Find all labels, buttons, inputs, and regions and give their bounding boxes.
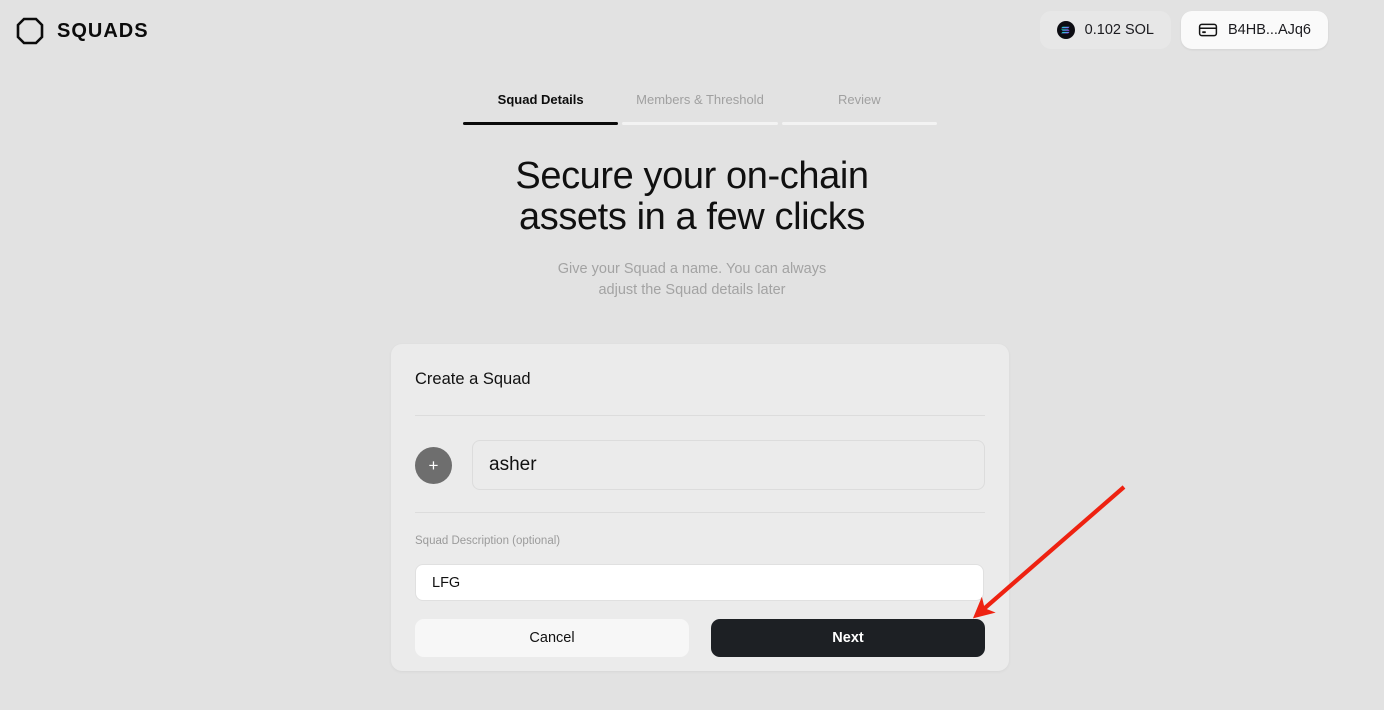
card-divider-middle [415, 512, 985, 513]
balance-chip[interactable]: 0.102 SOL [1039, 11, 1171, 49]
step-members-threshold[interactable]: Members & Threshold [622, 92, 778, 125]
step-label: Members & Threshold [636, 92, 764, 107]
hero-section: Secure your on-chain assets in a few cli… [0, 156, 1384, 301]
balance-amount: 0.102 SOL [1084, 22, 1154, 38]
step-indicator-bar [622, 122, 778, 125]
wallet-address: B4HB...AJq6 [1227, 22, 1311, 38]
step-squad-details[interactable]: Squad Details [463, 92, 619, 125]
create-squad-card: Create a Squad + Squad Description (opti… [391, 344, 1009, 671]
page-title-line-2: assets in a few clicks [519, 196, 865, 238]
card-title: Create a Squad [415, 370, 531, 388]
step-review[interactable]: Review [781, 92, 937, 125]
page-title: Secure your on-chain assets in a few cli… [0, 156, 1384, 238]
step-label: Review [838, 92, 881, 107]
squad-description-input[interactable] [415, 564, 984, 601]
page-subtitle-line-1: Give your Squad a name. You can always [557, 261, 827, 277]
step-label: Squad Details [497, 92, 584, 107]
stepper: Squad Details Members & Threshold Review [463, 92, 937, 125]
squad-name-row: + [415, 440, 985, 490]
solana-token-icon [1056, 21, 1075, 39]
page-subtitle-line-2: adjust the Squad details later [598, 282, 786, 298]
credit-card-icon [1198, 20, 1218, 40]
squad-description-label: Squad Description (optional) [415, 535, 561, 547]
card-divider-top [415, 415, 985, 416]
next-button[interactable]: Next [711, 619, 985, 657]
header-chips: 0.102 SOL B4HB...AJq6 [1039, 11, 1328, 49]
brand-name: SQUADS [57, 20, 149, 42]
step-indicator-bar [781, 122, 937, 125]
add-avatar-button[interactable]: + [415, 446, 452, 484]
card-actions: Cancel Next [415, 619, 985, 657]
page-subtitle: Give your Squad a name. You can always a… [0, 259, 1384, 301]
squad-name-input[interactable] [472, 440, 985, 490]
top-bar: SQUADS 0.102 SOL B4HB...AJq6 [0, 0, 1384, 62]
step-indicator-bar [463, 122, 619, 125]
brand-logo[interactable]: SQUADS [14, 14, 149, 48]
plus-icon: + [428, 455, 439, 475]
cancel-button[interactable]: Cancel [415, 619, 689, 657]
page-title-line-1: Secure your on-chain [515, 155, 869, 197]
squads-logo-icon [14, 15, 46, 47]
wallet-chip[interactable]: B4HB...AJq6 [1180, 11, 1328, 49]
